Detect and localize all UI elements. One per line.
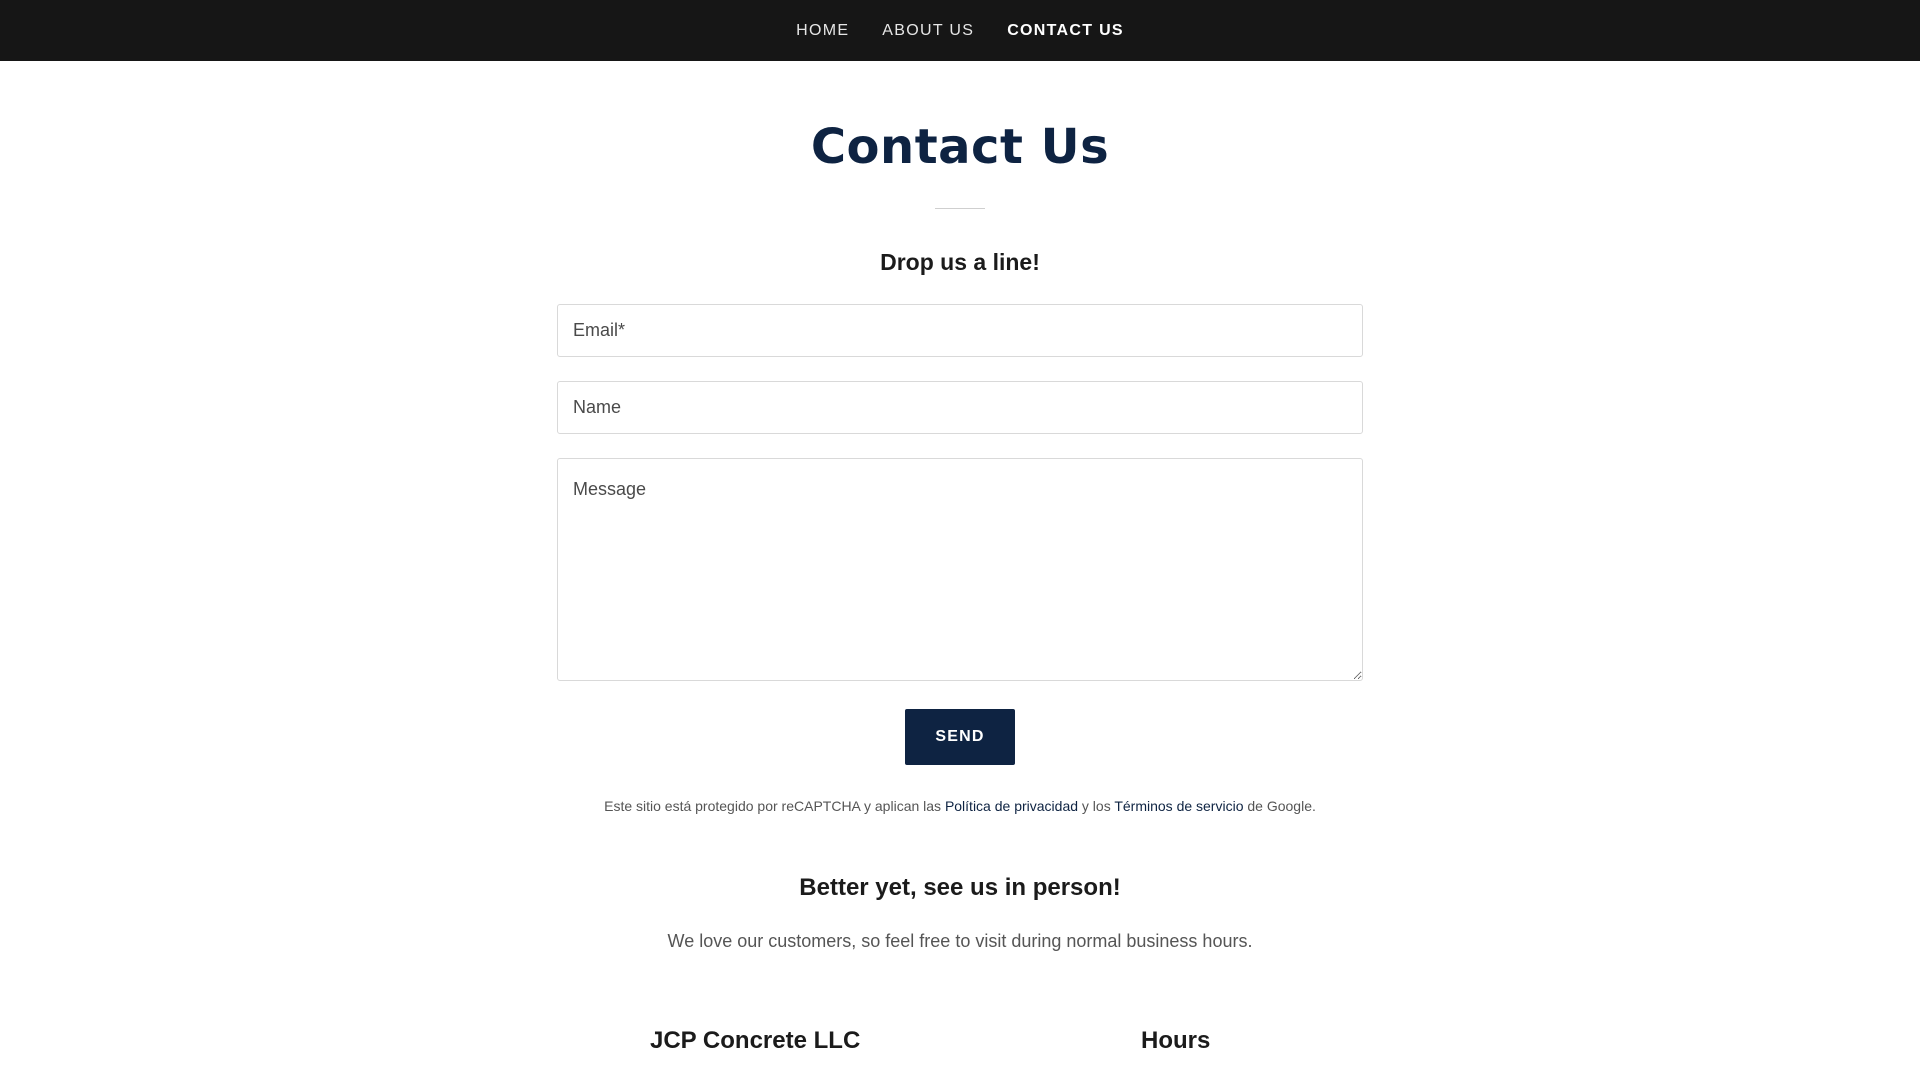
top-navigation-bar: HOME ABOUT US CONTACT US <box>0 0 1920 61</box>
send-button[interactable]: SEND <box>905 709 1015 765</box>
title-divider <box>935 208 985 209</box>
company-name: JCP Concrete LLC <box>650 1027 861 1054</box>
page-title: Contact Us <box>810 119 1110 175</box>
recaptcha-text-before: Este sitio está protegido por reCAPTCHA … <box>604 798 945 814</box>
hours-heading: Hours <box>1141 1027 1211 1054</box>
message-field[interactable] <box>557 458 1363 681</box>
nav-item-about-us[interactable]: ABOUT US <box>882 22 974 40</box>
terms-of-service-link[interactable]: Términos de servicio <box>1114 798 1243 814</box>
form-subtitle: Drop us a line! <box>880 249 1040 275</box>
visit-heading: Better yet, see us in person! <box>799 874 1121 901</box>
email-field[interactable] <box>557 304 1363 357</box>
main-nav: HOME ABOUT US CONTACT US <box>796 22 1124 40</box>
recaptcha-text-after: de Google. <box>1243 798 1316 814</box>
recaptcha-notice: Este sitio está protegido por reCAPTCHA … <box>0 798 1920 814</box>
recaptcha-text-middle: y los <box>1078 798 1115 814</box>
visit-description: We love our customers, so feel free to v… <box>667 931 1253 951</box>
nav-item-contact-us[interactable]: CONTACT US <box>1007 22 1124 40</box>
privacy-policy-link[interactable]: Política de privacidad <box>945 798 1078 814</box>
contact-section: Contact Us Drop us a line! SEND Este sit… <box>0 61 1920 1080</box>
nav-item-home[interactable]: HOME <box>796 22 849 40</box>
name-field[interactable] <box>557 381 1363 434</box>
